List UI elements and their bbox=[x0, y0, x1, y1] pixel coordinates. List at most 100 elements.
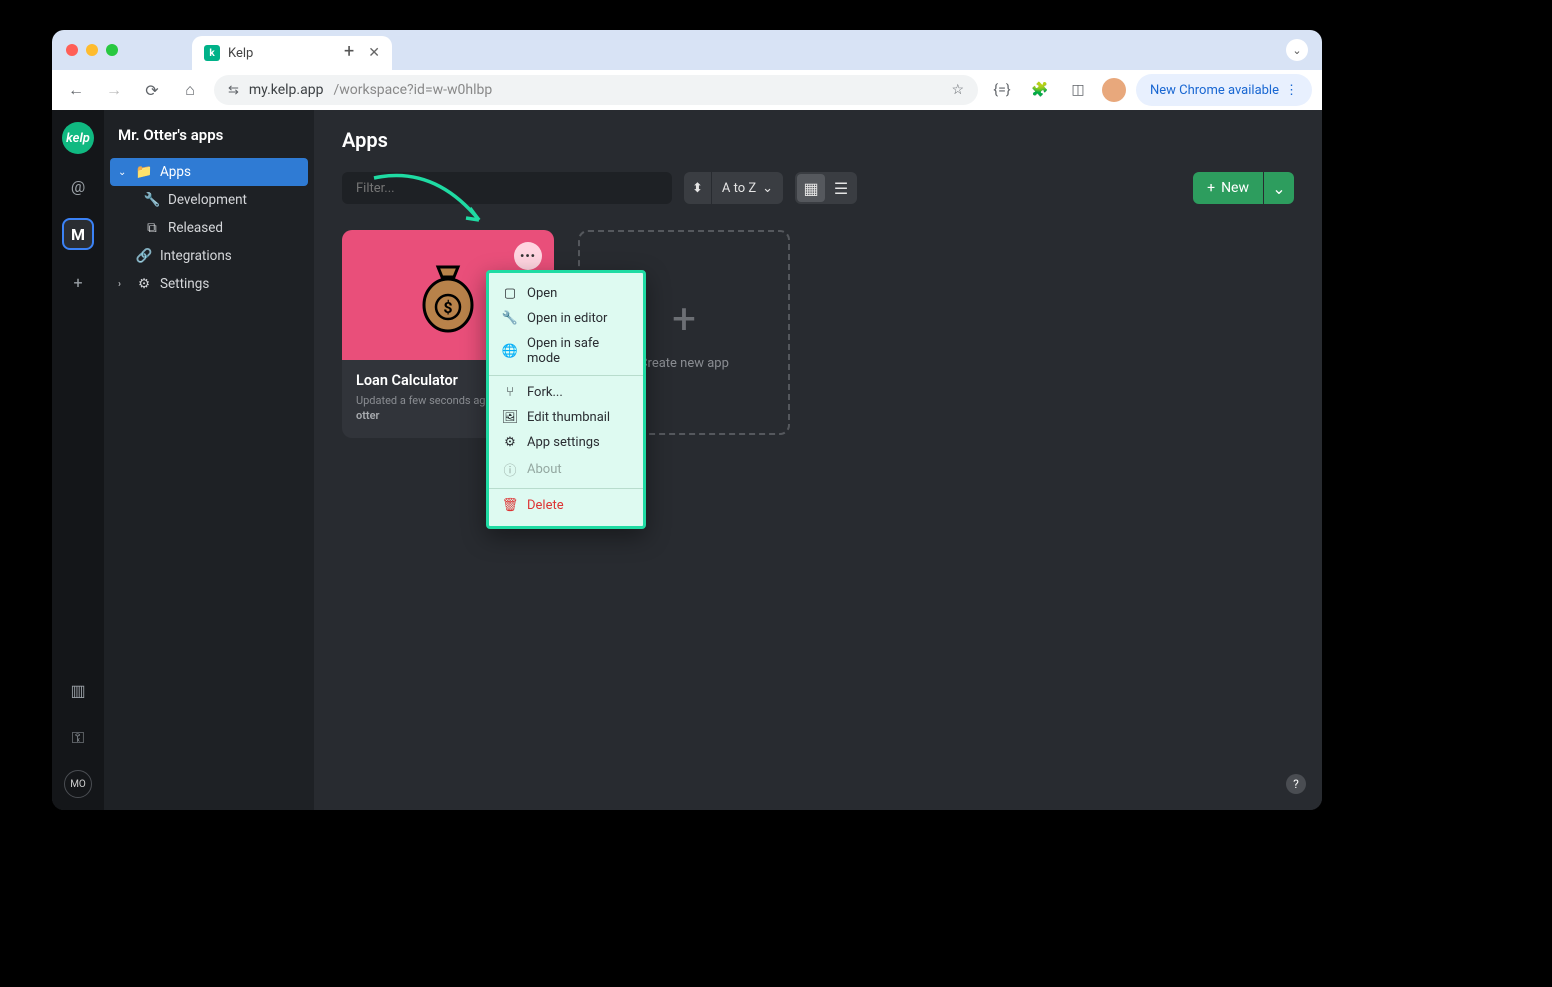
reload-button[interactable]: ⟳ bbox=[138, 76, 166, 104]
address-bar[interactable]: ⇆ my.kelp.app/workspace?id=w-w0hlbp ☆ bbox=[214, 75, 978, 105]
new-button[interactable]: + New bbox=[1193, 172, 1263, 204]
svg-text:$: $ bbox=[443, 298, 452, 317]
wrench-icon: 🔧 bbox=[503, 311, 517, 326]
back-button[interactable]: ← bbox=[62, 76, 90, 104]
more-icon: ⋮ bbox=[1285, 83, 1298, 98]
create-new-app-label: Create new app bbox=[639, 356, 729, 371]
plus-icon: + bbox=[1207, 180, 1215, 196]
workspace-title: Mr. Otter's apps bbox=[104, 122, 314, 158]
tab-title: Kelp bbox=[228, 46, 360, 61]
sidebar-item-integrations[interactable]: 🔗 Integrations bbox=[104, 242, 314, 270]
add-workspace-button[interactable]: + bbox=[62, 266, 94, 298]
browser-tab-strip: k Kelp ✕ + ⌄ bbox=[52, 30, 1322, 70]
new-button-dropdown[interactable]: ⌄ bbox=[1264, 172, 1294, 204]
forward-button[interactable]: → bbox=[100, 76, 128, 104]
menu-separator bbox=[489, 488, 643, 489]
sidebar: Mr. Otter's apps ⌄ 📁 Apps 🔧 Development … bbox=[104, 110, 314, 810]
browser-tab[interactable]: k Kelp ✕ bbox=[192, 36, 392, 70]
main-content: Apps ⬍ A to Z ⌄ ▦ ☰ bbox=[314, 110, 1322, 810]
gear-icon: ⚙ bbox=[136, 276, 152, 292]
sidebar-item-apps[interactable]: ⌄ 📁 Apps bbox=[110, 158, 308, 186]
list-icon: ☰ bbox=[834, 179, 848, 198]
menu-item-open-safe[interactable]: 🌐 Open in safe mode bbox=[489, 331, 643, 371]
kelp-favicon: k bbox=[204, 45, 220, 61]
sidebar-item-label: Settings bbox=[160, 276, 209, 292]
toolbar: ⬍ A to Z ⌄ ▦ ☰ bbox=[342, 172, 1294, 204]
gear-icon: ⚙ bbox=[503, 435, 517, 450]
money-bag-icon: $ bbox=[408, 255, 488, 335]
mentions-icon[interactable]: @ bbox=[62, 170, 94, 202]
menu-item-open-editor[interactable]: 🔧 Open in editor bbox=[489, 306, 643, 331]
sidebar-item-settings[interactable]: › ⚙ Settings bbox=[104, 270, 314, 298]
sort-label: A to Z bbox=[722, 181, 756, 196]
globe-icon: 🌐 bbox=[503, 344, 517, 359]
kelp-logo[interactable]: kelp bbox=[62, 122, 94, 154]
fork-icon: ⑂ bbox=[503, 385, 517, 400]
app-root: kelp @ M + ▥ ⚿ MO Mr. Otter's apps ⌄ 📁 A… bbox=[52, 110, 1322, 810]
menu-item-delete[interactable]: 🗑 Delete bbox=[489, 493, 643, 518]
url-path: /workspace?id=w-w0hlbp bbox=[333, 82, 492, 98]
grid-icon: ▦ bbox=[804, 179, 819, 198]
key-icon[interactable]: ⚿ bbox=[62, 722, 94, 754]
close-window-button[interactable] bbox=[66, 44, 78, 56]
app-grid: $ ••• Loan Calculator Updated a few seco… bbox=[342, 230, 1294, 438]
filter-input[interactable] bbox=[342, 172, 672, 204]
open-icon: ▢ bbox=[503, 286, 517, 301]
sidebar-item-released[interactable]: ⧉ Released bbox=[104, 214, 314, 242]
menu-item-open[interactable]: ▢ Open bbox=[489, 281, 643, 306]
profile-avatar[interactable] bbox=[1102, 78, 1126, 102]
image-icon: 🖼 bbox=[503, 410, 517, 425]
folder-icon: 📁 bbox=[136, 164, 152, 180]
star-icon[interactable]: ☆ bbox=[951, 82, 964, 98]
sidebar-item-development[interactable]: 🔧 Development bbox=[104, 186, 314, 214]
sort-direction-button[interactable]: ⬍ bbox=[684, 172, 711, 204]
workspace-icon-m[interactable]: M bbox=[62, 218, 94, 250]
url-host: my.kelp.app bbox=[249, 82, 324, 98]
list-view-button[interactable]: ☰ bbox=[827, 174, 855, 202]
sidebar-item-label: Released bbox=[168, 220, 223, 236]
tab-overflow-button[interactable]: ⌄ bbox=[1286, 39, 1308, 61]
chrome-update-button[interactable]: New Chrome available ⋮ bbox=[1136, 74, 1312, 106]
grid-view-button[interactable]: ▦ bbox=[797, 174, 825, 202]
sidebar-item-label: Apps bbox=[160, 164, 191, 180]
extension-icon-1[interactable]: {=} bbox=[988, 76, 1016, 104]
help-button[interactable]: ? bbox=[1286, 774, 1306, 794]
menu-item-app-settings[interactable]: ⚙ App settings bbox=[489, 430, 643, 455]
menu-item-fork[interactable]: ⑂ Fork... bbox=[489, 380, 643, 405]
trash-icon: 🗑 bbox=[503, 498, 517, 513]
browser-window: k Kelp ✕ + ⌄ ← → ⟳ ⌂ ⇆ my.kelp.app/works… bbox=[52, 30, 1322, 810]
side-panel-icon[interactable]: ◫ bbox=[1064, 76, 1092, 104]
app-card-menu-button[interactable]: ••• bbox=[514, 242, 542, 270]
chevron-down-icon: ⌄ bbox=[1272, 179, 1285, 198]
new-tab-button[interactable]: + bbox=[344, 41, 354, 62]
plus-icon: + bbox=[672, 295, 696, 344]
close-tab-icon[interactable]: ✕ bbox=[368, 45, 380, 61]
link-icon: 🔗 bbox=[136, 248, 152, 264]
menu-item-edit-thumbnail[interactable]: 🖼 Edit thumbnail bbox=[489, 405, 643, 430]
menu-separator bbox=[489, 375, 643, 376]
chrome-update-label: New Chrome available bbox=[1150, 83, 1279, 98]
user-avatar[interactable]: MO bbox=[64, 770, 92, 798]
sort-field-button[interactable]: A to Z ⌄ bbox=[712, 172, 783, 204]
chevron-right-icon: › bbox=[118, 279, 128, 290]
sort-asc-icon: ⬍ bbox=[692, 181, 703, 196]
page-title: Apps bbox=[342, 128, 1294, 152]
sidebar-item-label: Development bbox=[168, 192, 247, 208]
left-rail: kelp @ M + ▥ ⚿ MO bbox=[52, 110, 104, 810]
chevron-down-icon: ⌄ bbox=[762, 181, 773, 196]
extensions-icon[interactable]: 🧩 bbox=[1026, 76, 1054, 104]
sidebar-item-label: Integrations bbox=[160, 248, 232, 264]
maximize-window-button[interactable] bbox=[106, 44, 118, 56]
app-context-menu: ▢ Open 🔧 Open in editor 🌐 Open in safe m… bbox=[486, 270, 646, 529]
copy-icon: ⧉ bbox=[144, 220, 160, 236]
info-icon: ⓘ bbox=[503, 460, 517, 479]
library-icon[interactable]: ▥ bbox=[62, 674, 94, 706]
view-switcher: ▦ ☰ bbox=[795, 172, 857, 204]
wrench-icon: 🔧 bbox=[144, 192, 160, 208]
site-info-icon[interactable]: ⇆ bbox=[228, 83, 239, 98]
chevron-down-icon: ⌄ bbox=[118, 167, 128, 178]
home-button[interactable]: ⌂ bbox=[176, 76, 204, 104]
minimize-window-button[interactable] bbox=[86, 44, 98, 56]
menu-item-about: ⓘ About bbox=[489, 455, 643, 484]
window-controls bbox=[66, 44, 118, 56]
